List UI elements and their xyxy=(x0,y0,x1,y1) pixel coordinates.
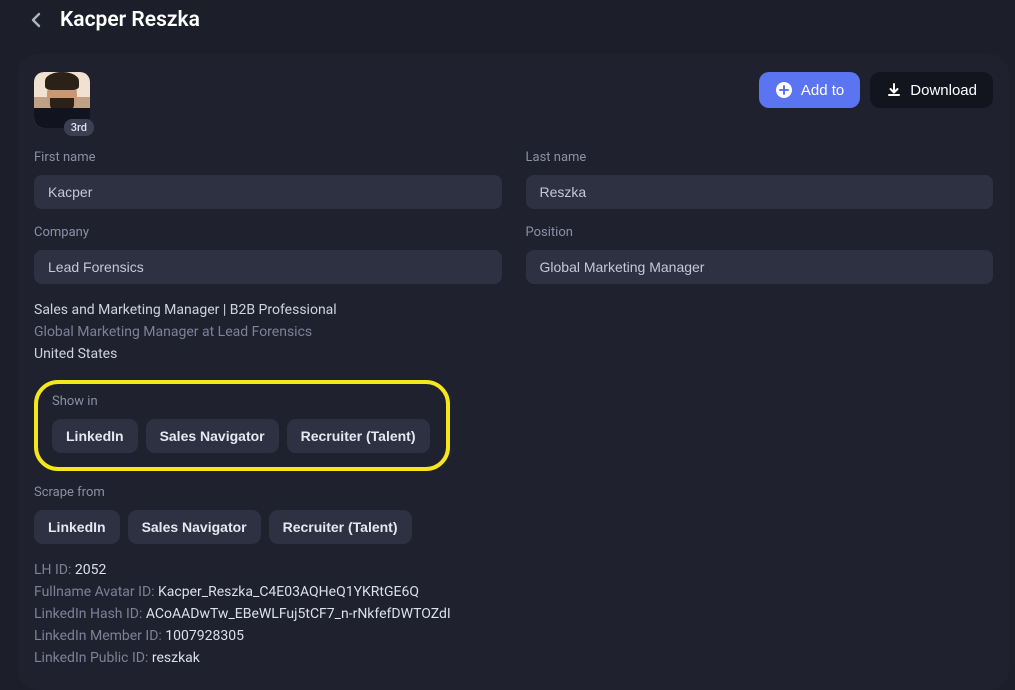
linkedin-public-id-row: LinkedIn Public ID: reszkak xyxy=(34,650,993,666)
download-icon xyxy=(886,82,902,98)
position-label: Position xyxy=(526,225,994,240)
linkedin-member-id-row: LinkedIn Member ID: 1007928305 xyxy=(34,628,993,644)
last-name-label: Last name xyxy=(526,150,994,165)
linkedin-hash-id-value: ACoAADwTw_EBeWLFuj5tCF7_n-rNkfefDWTOZdI xyxy=(146,606,451,622)
profile-panel: 3rd Add to Download xyxy=(18,54,1009,690)
download-button[interactable]: Download xyxy=(870,72,993,108)
add-to-button[interactable]: Add to xyxy=(759,72,860,108)
scrape-from-sales-navigator[interactable]: Sales Navigator xyxy=(128,510,261,544)
plus-circle-icon xyxy=(775,81,793,99)
sub-headline: Global Marketing Manager at Lead Forensi… xyxy=(34,324,993,340)
show-in-sales-navigator[interactable]: Sales Navigator xyxy=(146,419,279,453)
lh-id-value: 2052 xyxy=(75,562,106,578)
position-input[interactable] xyxy=(526,250,994,284)
last-name-input[interactable] xyxy=(526,175,994,209)
add-to-label: Add to xyxy=(801,82,844,99)
fullname-avatar-id-value: Kacper_Reszka_C4E03AQHeQ1YKRtGE6Q xyxy=(158,584,419,600)
show-in-linkedin[interactable]: LinkedIn xyxy=(52,419,138,453)
headline: Sales and Marketing Manager | B2B Profes… xyxy=(34,302,993,318)
company-label: Company xyxy=(34,225,502,240)
first-name-label: First name xyxy=(34,150,502,165)
first-name-input[interactable] xyxy=(34,175,502,209)
fullname-avatar-id-label: Fullname Avatar ID: xyxy=(34,584,158,600)
company-input[interactable] xyxy=(34,250,502,284)
scrape-from-recruiter[interactable]: Recruiter (Talent) xyxy=(269,510,412,544)
linkedin-member-id-value: 1007928305 xyxy=(165,628,244,644)
download-label: Download xyxy=(910,82,977,99)
fullname-avatar-id-row: Fullname Avatar ID: Kacper_Reszka_C4E03A… xyxy=(34,584,993,600)
linkedin-public-id-label: LinkedIn Public ID: xyxy=(34,650,152,666)
lh-id-label: LH ID: xyxy=(34,562,75,578)
linkedin-public-id-value: reszkak xyxy=(152,650,200,666)
scrape-from-label: Scrape from xyxy=(34,485,993,500)
linkedin-hash-id-label: LinkedIn Hash ID: xyxy=(34,606,146,622)
linkedin-hash-id-row: LinkedIn Hash ID: ACoAADwTw_EBeWLFuj5tCF… xyxy=(34,606,993,622)
lh-id-row: LH ID: 2052 xyxy=(34,562,993,578)
page-title: Kacper Reszka xyxy=(60,8,200,32)
location: United States xyxy=(34,346,993,362)
show-in-highlight: Show in LinkedIn Sales Navigator Recruit… xyxy=(34,380,450,471)
avatar: 3rd xyxy=(34,72,90,128)
linkedin-member-id-label: LinkedIn Member ID: xyxy=(34,628,165,644)
show-in-recruiter[interactable]: Recruiter (Talent) xyxy=(287,419,430,453)
back-icon[interactable] xyxy=(26,10,46,30)
show-in-label: Show in xyxy=(52,394,430,409)
connection-degree-badge: 3rd xyxy=(64,119,94,136)
scrape-from-linkedin[interactable]: LinkedIn xyxy=(34,510,120,544)
